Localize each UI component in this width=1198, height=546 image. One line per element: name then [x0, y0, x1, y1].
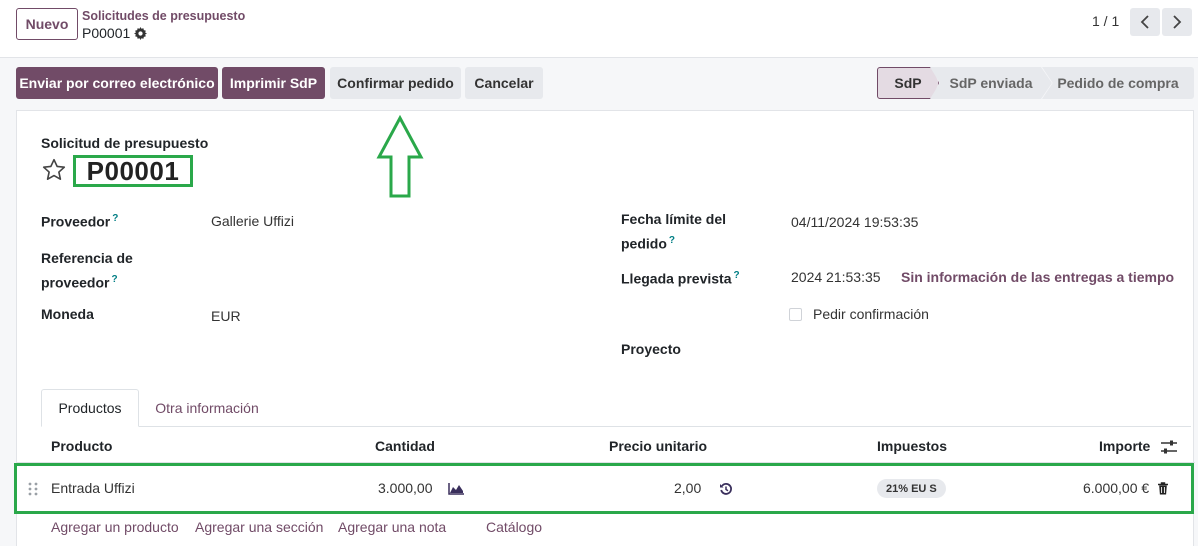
- vendor-reference-label: Referencia de proveedor?: [41, 250, 133, 291]
- currency-field[interactable]: EUR: [211, 308, 241, 324]
- product-cell[interactable]: Entrada Uffizi: [51, 480, 135, 496]
- order-deadline-field[interactable]: 04/11/2024 19:53:35: [791, 214, 918, 230]
- chevron-left-icon: [1140, 15, 1149, 29]
- print-rfq-button[interactable]: Imprimir SdP: [222, 67, 325, 99]
- notebook-tabs: Productos Otra información: [41, 389, 1191, 427]
- amount-cell: 6.000,00 €: [1083, 480, 1150, 496]
- help-icon[interactable]: ?: [734, 270, 740, 281]
- optional-columns-icon[interactable]: [1160, 439, 1178, 455]
- ask-confirmation-checkbox[interactable]: [789, 308, 802, 321]
- catalog-link[interactable]: Catálogo: [486, 519, 542, 535]
- action-bar: Enviar por correo electrónico Imprimir S…: [0, 58, 1198, 110]
- record-type-label: Solicitud de presupuesto: [41, 135, 209, 151]
- star-icon[interactable]: [41, 157, 67, 183]
- tab-other-info[interactable]: Otra información: [145, 389, 269, 427]
- project-field[interactable]: [791, 343, 1171, 363]
- new-button[interactable]: Nuevo: [16, 8, 78, 40]
- help-icon[interactable]: ?: [112, 213, 118, 224]
- quantity-cell[interactable]: 3.000,00: [378, 480, 433, 496]
- column-header-product[interactable]: Producto: [51, 438, 112, 454]
- project-label: Proyecto: [621, 341, 681, 357]
- column-header-amount[interactable]: Importe: [1099, 438, 1150, 454]
- control-panel: Nuevo Solicitudes de presupuesto P00001 …: [0, 0, 1198, 58]
- expected-arrival-label: Llegada prevista?: [621, 270, 740, 287]
- column-header-taxes[interactable]: Impuestos: [877, 438, 947, 454]
- status-purchase-order[interactable]: Pedido de compra: [1042, 67, 1194, 99]
- add-section-link[interactable]: Agregar una sección: [195, 519, 323, 535]
- status-rfq[interactable]: SdP: [877, 67, 939, 99]
- pager-previous-button[interactable]: [1130, 8, 1160, 36]
- gear-icon[interactable]: [134, 26, 148, 40]
- breadcrumb-current-label: P00001: [82, 25, 131, 41]
- trash-icon[interactable]: [1157, 482, 1169, 500]
- breadcrumb-current: P00001: [82, 25, 148, 41]
- drag-handle-icon[interactable]: [27, 481, 39, 497]
- chevron-right-icon: [1173, 15, 1182, 29]
- forecast-chart-icon[interactable]: [448, 482, 465, 500]
- breadcrumb-parent-link[interactable]: Solicitudes de presupuesto: [82, 9, 245, 23]
- unit-price-cell[interactable]: 2,00: [674, 480, 701, 496]
- vendor-label: Proveedor?: [41, 213, 119, 230]
- currency-label: Moneda: [41, 306, 94, 322]
- arrow-up-icon: [375, 114, 425, 199]
- cancel-button[interactable]: Cancelar: [465, 67, 543, 99]
- confirm-order-button[interactable]: Confirmar pedido: [330, 67, 461, 99]
- order-deadline-label: Fecha límite del pedido?: [621, 211, 727, 252]
- tax-badge[interactable]: 21% EU S: [877, 479, 946, 498]
- pager-counter: 1 / 1: [1092, 13, 1120, 29]
- send-email-button[interactable]: Enviar por correo electrónico: [16, 67, 218, 99]
- order-lines-header: Producto Cantidad Precio unitario Impues…: [17, 431, 1195, 463]
- expected-arrival-field[interactable]: 2024 21:53:35: [791, 269, 881, 285]
- history-icon[interactable]: [719, 482, 733, 501]
- table-row[interactable]: Entrada Uffizi 3.000,00 2,00 21% EU S 6.…: [14, 463, 1194, 514]
- tab-products[interactable]: Productos: [41, 389, 139, 427]
- ask-confirmation-label: Pedir confirmación: [813, 306, 929, 322]
- form-sheet: Solicitud de presupuesto P00001 Proveedo…: [14, 110, 1195, 546]
- add-product-link[interactable]: Agregar un producto: [51, 519, 179, 535]
- column-header-unit-price[interactable]: Precio unitario: [609, 438, 707, 454]
- vendor-field[interactable]: Gallerie Uffizi: [211, 213, 294, 229]
- status-rfq-sent[interactable]: SdP enviada: [930, 67, 1052, 99]
- column-header-quantity[interactable]: Cantidad: [375, 438, 435, 454]
- help-icon[interactable]: ?: [669, 235, 675, 246]
- pager-next-button[interactable]: [1162, 8, 1192, 36]
- vendor-reference-field[interactable]: [211, 261, 511, 281]
- help-icon[interactable]: ?: [111, 274, 117, 285]
- on-time-delivery-link[interactable]: Sin información de las entregas a tiempo: [901, 269, 1174, 285]
- record-name: P00001: [73, 155, 193, 187]
- add-note-link[interactable]: Agregar una nota: [338, 519, 446, 535]
